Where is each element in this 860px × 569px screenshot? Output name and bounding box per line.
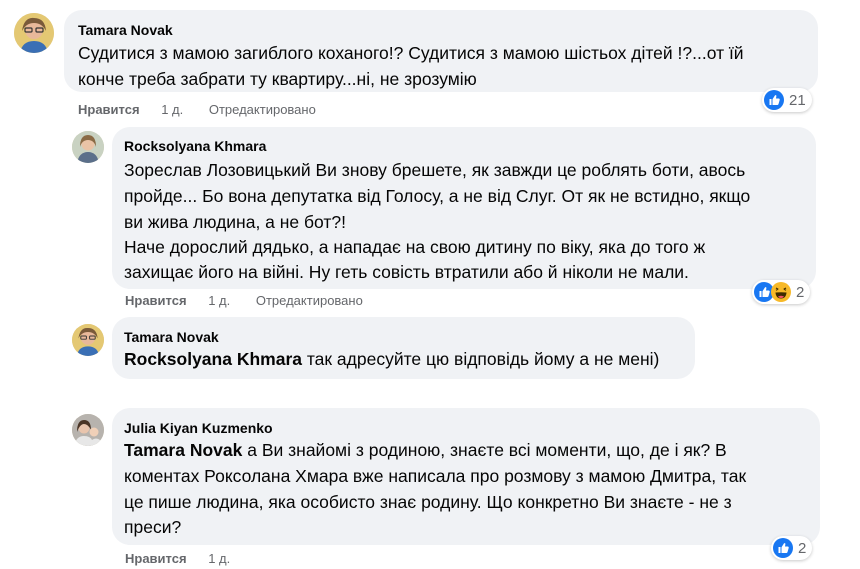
comment-author[interactable]: Rocksolyana Khmara — [124, 138, 266, 154]
comment-text-line: Зореслав Лозовицький Ви знову брешете, я… — [124, 160, 746, 180]
comment-actions: Нравится 1 д. Отредактировано — [125, 293, 363, 308]
reaction-summary[interactable]: 21 — [762, 88, 812, 112]
comment-actions: Нравится 1 д. Отредактировано — [78, 102, 316, 117]
mention-link[interactable]: Tamara Novak — [124, 440, 242, 460]
comment-text-line: преси? — [124, 517, 182, 537]
like-icon — [773, 538, 793, 558]
comment-timestamp[interactable]: 1 д. — [161, 102, 183, 117]
like-button[interactable]: Нравится — [125, 551, 187, 566]
avatar-image — [72, 324, 104, 356]
reaction-summary[interactable]: 2 — [771, 536, 813, 560]
comment-author[interactable]: Julia Kiyan Kuzmenko — [124, 420, 273, 436]
comment-actions: Нравится 1 д. — [125, 551, 230, 566]
comment-text: так адресуйте цю відповідь йому а не мен… — [302, 349, 660, 369]
comment-timestamp[interactable]: 1 д. — [208, 293, 230, 308]
comment-text-line: захищає його на війні. Ну геть совість в… — [124, 262, 689, 282]
comment-text-line: коментах Роксолана Хмара вже написала пр… — [124, 466, 747, 486]
reaction-count: 21 — [789, 91, 806, 109]
edited-label: Отредактировано — [255, 293, 363, 308]
mention-link[interactable]: Rocksolyana Khmara — [124, 349, 302, 369]
avatar-image — [72, 131, 104, 163]
edited-label: Отредактировано — [208, 102, 316, 117]
avatar-tamara-novak[interactable] — [14, 13, 54, 53]
avatar-image — [14, 13, 54, 53]
avatar-image — [72, 414, 104, 446]
avatar-julia-kiyan-kuzmenko[interactable] — [72, 414, 104, 446]
comment-text-line: це пише людина, яка особисто знає родину… — [124, 492, 732, 512]
avatar-rocksolyana-khmara[interactable] — [72, 131, 104, 163]
comment-text-line: Судитися з мамою загиблого коханого!? Су… — [78, 43, 744, 63]
reaction-count: 2 — [798, 539, 807, 557]
reaction-count: 2 — [796, 283, 805, 301]
like-button[interactable]: Нравится — [78, 102, 140, 117]
comment-text-line: Наче дорослий дядько, а нападає на свою … — [124, 237, 706, 257]
avatar-tamara-novak[interactable] — [72, 324, 104, 356]
comment-text-line: ви жива людина, а не бот?! — [124, 212, 347, 232]
comment-author[interactable]: Tamara Novak — [124, 329, 219, 345]
comment-text-line: Tamara Novak а Ви знайомі з родиною, зна… — [124, 437, 727, 463]
comment-text: а Ви знайомі з родиною, знаєте всі момен… — [242, 440, 727, 460]
comment-text-line: пройде... Бо вона депутатка від Голосу, … — [124, 186, 751, 206]
reaction-summary[interactable]: 2 — [752, 280, 811, 304]
comment-text-line: конче треба забрати ту квартиру...ні, не… — [78, 69, 477, 89]
comment-text-line: Rocksolyana Khmara так адресуйте цю відп… — [124, 346, 659, 372]
haha-icon — [771, 282, 791, 302]
comment-author[interactable]: Tamara Novak — [78, 22, 173, 38]
like-icon — [764, 90, 784, 110]
comment-timestamp[interactable]: 1 д. — [208, 551, 230, 566]
like-button[interactable]: Нравится — [125, 293, 187, 308]
